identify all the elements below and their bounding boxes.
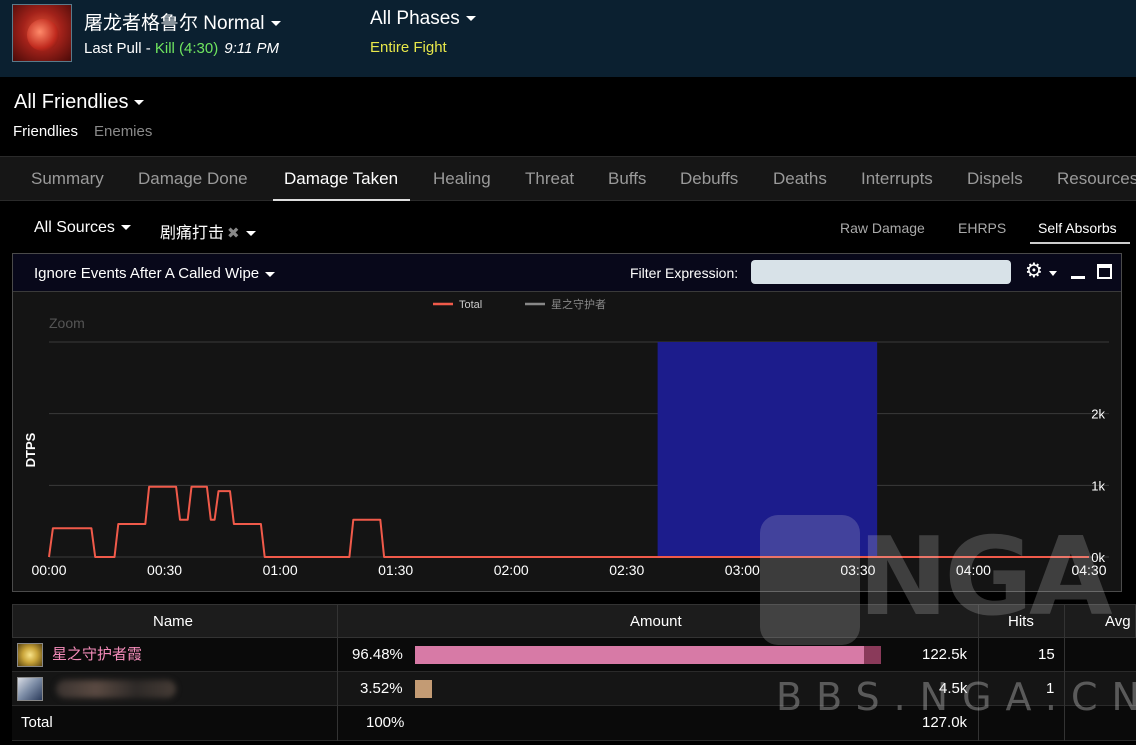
tab-threat[interactable]: Threat [525,157,574,201]
tab-damage-taken[interactable]: Damage Taken [284,157,398,201]
total-percent: 100% [366,714,405,731]
wipe-option-selector[interactable]: Ignore Events After A Called Wipe [34,265,276,282]
redacted-name [56,680,176,698]
x-tick-label: 03:00 [725,562,760,578]
clear-icon[interactable]: ✖ [227,225,240,242]
gear-icon[interactable]: ⚙ [1025,261,1043,281]
col-header-hits[interactable]: Hits [1008,605,1034,639]
total-label: Total [21,714,53,731]
hits-value: 15 [1038,646,1055,663]
chevron-down-icon [270,21,281,27]
chevron-down-icon [465,16,476,22]
legend-label: Total [459,299,482,311]
chevron-down-icon [245,231,256,237]
phase-subtitle: Entire Fight [370,39,447,56]
zoom-selection [657,342,878,557]
col-header-name[interactable]: Name [153,605,193,639]
tab-dispels[interactable]: Dispels [967,157,1023,201]
y-tick-label: 1k [1091,478,1105,493]
class-icon [17,677,43,701]
amount-bar [415,646,864,664]
tab-damage-done[interactable]: Damage Done [138,157,248,201]
tab-debuffs[interactable]: Debuffs [680,157,738,201]
x-tick-label: 00:30 [147,562,182,578]
amount-bar [415,680,432,698]
tab-interrupts[interactable]: Interrupts [861,157,933,201]
legend-label: 星之守护者 [551,297,606,311]
ability-selector[interactable]: 剧痛打击 ✖ [160,219,256,243]
table-row[interactable]: 3.52% 4.5k 1 [12,672,1136,706]
boss-selector[interactable]: 屠龙者格鲁尔 Normal [84,8,281,35]
amount-bar-overflow [864,646,881,664]
tab-deaths[interactable]: Deaths [773,157,827,201]
filter-expression-label: Filter Expression: [630,265,739,281]
x-tick-label: 01:30 [378,562,413,578]
tab-healing[interactable]: Healing [433,157,491,201]
y-axis-label: DTPS [23,432,38,467]
column-divider [1064,604,1065,741]
pull-time: 9:11 PM [224,40,279,57]
amount-percent: 96.48% [352,646,403,663]
y-tick-label: 0k [1091,550,1105,565]
dtps-chart[interactable]: Zoom Total 星之守护者 DTPS 00:00 00:30 01:00 01:30 02… [13,292,1121,591]
total-amount: 127.0k [922,714,968,731]
metric-raw-damage[interactable]: Raw Damage [840,220,925,236]
x-tick-label: 02:30 [609,562,644,578]
chevron-down-icon [265,271,276,277]
hits-value: 1 [1046,680,1055,697]
damage-table: Name Amount Hits Avg 星之守护者霞 96.48% 122.5… [12,604,1136,741]
tab-summary[interactable]: Summary [31,157,104,201]
filter-enemies[interactable]: Enemies [94,123,152,140]
x-tick-label: 03:30 [840,562,875,578]
amount-value: 122.5k [922,646,968,663]
maximize-icon[interactable] [1097,264,1112,279]
class-icon [17,643,43,667]
chevron-down-icon [120,225,131,231]
amount-value: 4.5k [939,680,968,697]
top-header: 屠龙者格鲁尔 Normal Last Pull - Kill (4:30) 9:1… [0,0,1136,77]
x-tick-label: 04:00 [956,562,991,578]
tab-bar: Summary Damage Done Damage Taken Healing… [0,156,1136,201]
metric-self-absorbs[interactable]: Self Absorbs [1038,220,1117,236]
chart-panel-header: Ignore Events After A Called Wipe Filter… [13,254,1121,292]
table-total-row: Total 100% 127.0k [12,706,1136,741]
metric-ehrps[interactable]: EHRPS [958,220,1006,236]
col-header-avg[interactable]: Avg [1105,605,1131,639]
x-tick-label: 00:00 [31,562,66,578]
pull-info: Last Pull - Kill (4:30) 9:11 PM [84,40,279,57]
active-tab-indicator [273,199,410,201]
table-row[interactable]: 星之守护者霞 96.48% 122.5k 15 [12,638,1136,672]
tab-buffs[interactable]: Buffs [608,157,646,201]
player-name[interactable]: 星之守护者霞 [52,638,142,672]
series-line-total [48,485,1089,558]
chevron-down-icon[interactable] [1049,271,1057,276]
column-divider [337,604,338,741]
table-header: Name Amount Hits Avg [12,604,1136,638]
chart-panel: Ignore Events After A Called Wipe Filter… [12,253,1122,592]
active-metric-indicator [1030,242,1130,244]
filter-expression-input[interactable] [751,260,1011,284]
zoom-label: Zoom [49,315,85,331]
amount-percent: 3.52% [360,680,403,697]
x-tick-label: 02:00 [494,562,529,578]
friendlies-selector[interactable]: All Friendlies [14,91,145,114]
y-tick-label: 2k [1091,407,1105,422]
chevron-down-icon [134,100,145,106]
tab-resources[interactable]: Resources [1057,157,1136,201]
phase-selector[interactable]: All Phases [370,8,476,30]
x-tick-label: 01:00 [263,562,298,578]
minimize-icon[interactable] [1071,276,1085,279]
filter-friendlies[interactable]: Friendlies [13,123,78,140]
column-divider [978,604,979,741]
boss-portrait [12,4,72,62]
sources-selector[interactable]: All Sources [34,219,131,237]
col-header-amount[interactable]: Amount [630,605,682,639]
pull-result: Kill (4:30) [154,40,219,57]
